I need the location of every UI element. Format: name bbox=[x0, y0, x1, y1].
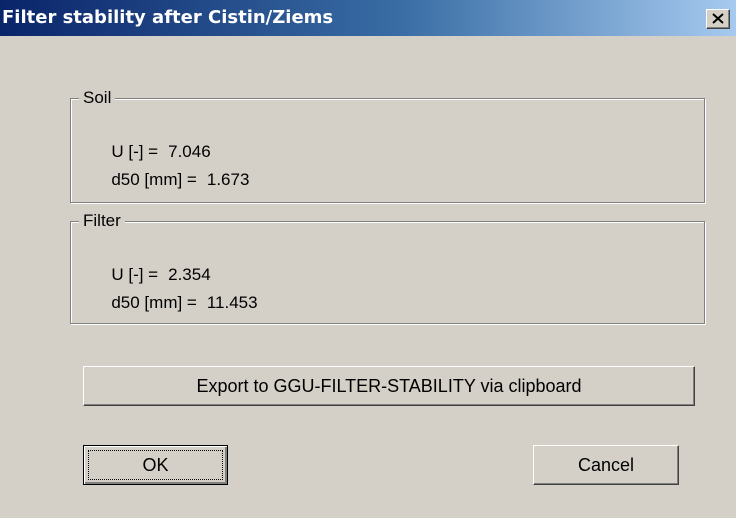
filter-legend: Filter bbox=[79, 211, 125, 231]
export-button-label: Export to GGU-FILTER-STABILITY via clipb… bbox=[196, 376, 582, 396]
ok-button[interactable]: OK bbox=[83, 445, 228, 485]
close-button[interactable] bbox=[706, 9, 730, 29]
title-bar[interactable]: Filter stability after Cistin/Ziems bbox=[0, 0, 736, 36]
filter-d50-value: 11.453 bbox=[206, 293, 258, 312]
filter-d50-label: d50 [mm] = bbox=[111, 293, 197, 312]
filter-groupbox: Filter U [-] = 2.354 d50 [mm] = 11.453 bbox=[70, 211, 705, 324]
filter-d50-row: d50 [mm] = 11.453 bbox=[83, 270, 258, 336]
cancel-button[interactable]: Cancel bbox=[533, 445, 679, 485]
soil-d50-value: 1.673 bbox=[206, 170, 250, 189]
soil-d50-row: d50 [mm] = 1.673 bbox=[83, 147, 249, 213]
window-title: Filter stability after Cistin/Ziems bbox=[2, 7, 334, 28]
export-clipboard-button[interactable]: Export to GGU-FILTER-STABILITY via clipb… bbox=[83, 366, 695, 406]
cancel-button-label: Cancel bbox=[577, 455, 635, 475]
filter-stability-dialog: Filter stability after Cistin/Ziems Soil… bbox=[0, 0, 736, 518]
soil-legend: Soil bbox=[79, 88, 116, 108]
ok-button-label: OK bbox=[142, 455, 169, 475]
soil-d50-label: d50 [mm] = bbox=[111, 170, 197, 189]
soil-groupbox: Soil U [-] = 7.046 d50 [mm] = 1.673 bbox=[70, 88, 705, 203]
